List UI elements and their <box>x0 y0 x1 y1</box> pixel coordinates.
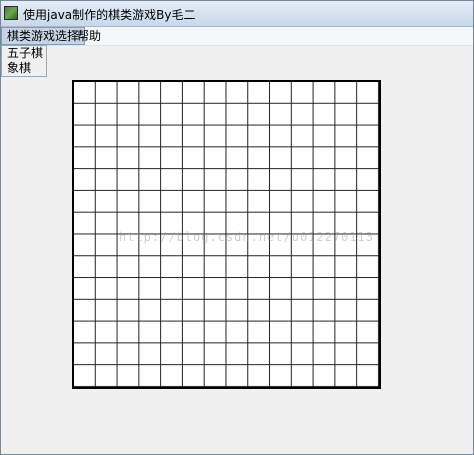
menu-item-gomoku[interactable]: 五子棋 <box>2 46 46 61</box>
menu-bar: 棋类游戏选择 帮助 <box>1 27 473 46</box>
app-icon <box>4 6 18 20</box>
window-title: 使用java制作的棋类游戏By毛二 <box>23 8 196 22</box>
game-select-dropdown: 五子棋 象棋 <box>1 45 47 77</box>
watermark-text: http://blog.csdn.net/u012270113 <box>119 230 374 244</box>
menu-help[interactable]: 帮助 <box>72 27 106 45</box>
title-bar[interactable]: 使用java制作的棋类游戏By毛二 <box>1 1 473 27</box>
app-window: 使用java制作的棋类游戏By毛二 棋类游戏选择 帮助 五子棋 象棋 http:… <box>0 0 474 455</box>
menu-item-chinese-chess[interactable]: 象棋 <box>2 61 46 76</box>
